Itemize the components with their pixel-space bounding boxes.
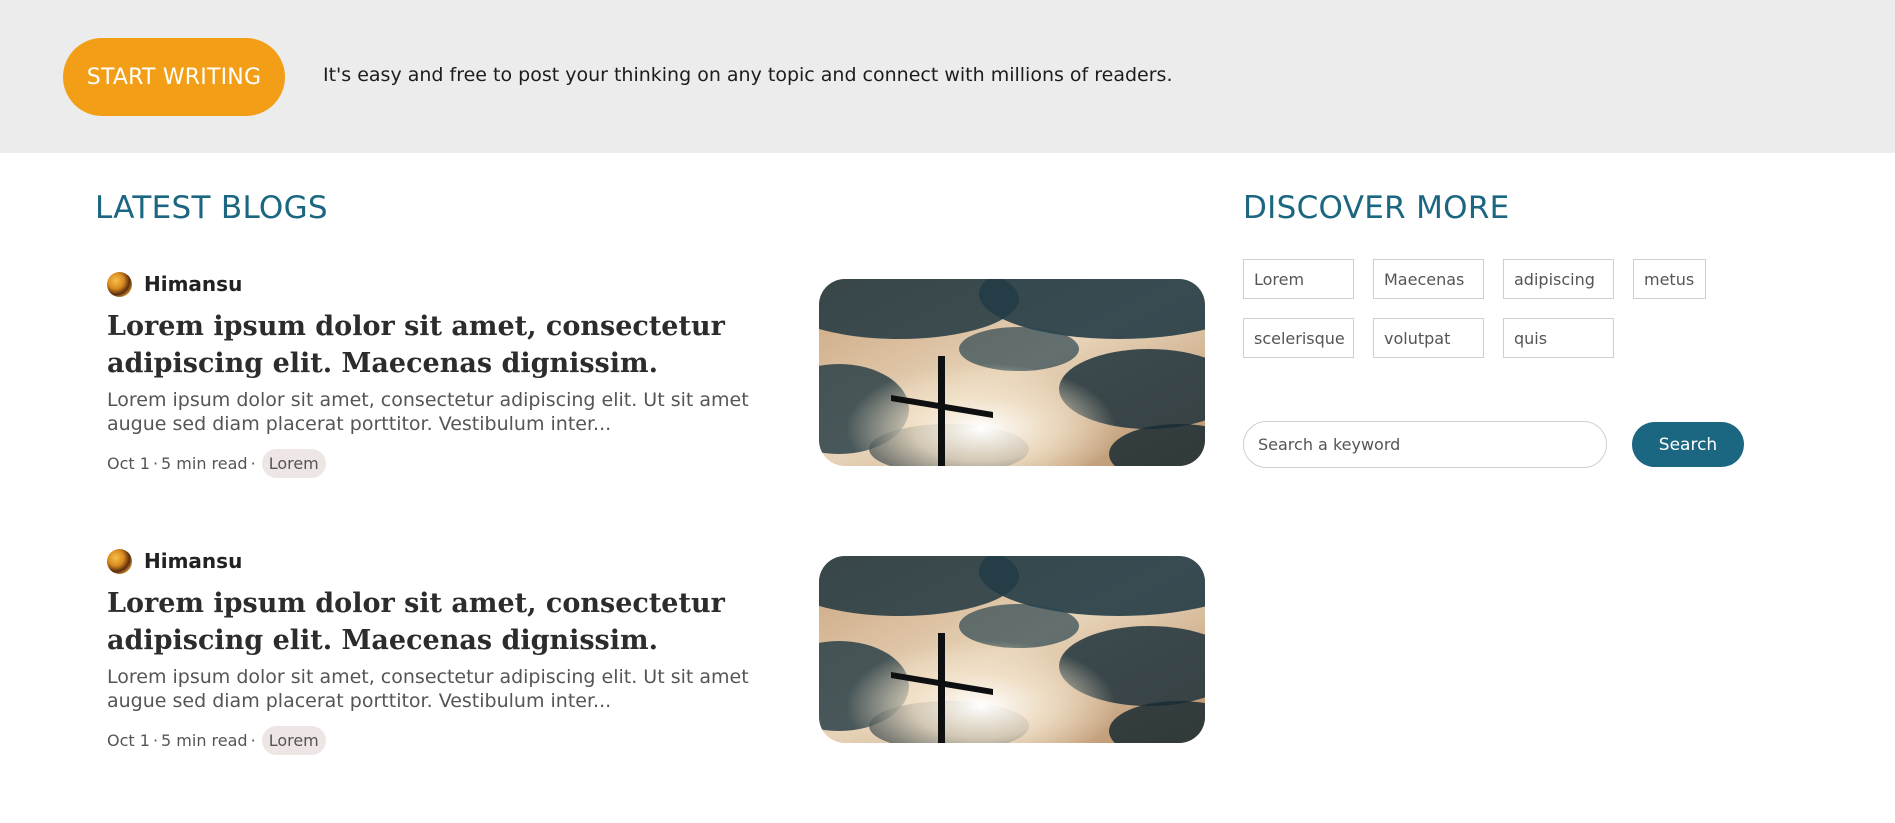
meta-separator: · bbox=[250, 730, 256, 750]
author-avatar bbox=[107, 548, 132, 574]
discover-tag[interactable]: metus bbox=[1633, 259, 1706, 299]
blog-meta: Oct 1 · 5 min read · Lorem bbox=[107, 448, 326, 478]
blog-excerpt: Lorem ipsum dolor sit amet, consectetur … bbox=[107, 389, 749, 435]
blog-thumbnail-cross-sky[interactable] bbox=[819, 556, 1205, 743]
discover-tag[interactable]: Maecenas bbox=[1373, 259, 1484, 299]
search-button[interactable]: Search bbox=[1632, 422, 1744, 467]
author-avatar bbox=[107, 271, 132, 297]
search-input[interactable] bbox=[1243, 421, 1607, 468]
hero-banner: START WRITING It's easy and free to post… bbox=[0, 0, 1895, 153]
discover-tag[interactable]: adipiscing bbox=[1503, 259, 1614, 299]
blog-date: Oct 1 bbox=[107, 453, 150, 473]
author-row: Himansu bbox=[107, 270, 242, 298]
author-row: Himansu bbox=[107, 547, 242, 575]
discover-tag[interactable]: scelerisque bbox=[1243, 318, 1354, 358]
blog-thumbnail-cross-sky[interactable] bbox=[819, 279, 1205, 466]
meta-separator: · bbox=[250, 453, 256, 473]
start-writing-button[interactable]: START WRITING bbox=[63, 38, 285, 116]
discover-tag[interactable]: volutpat bbox=[1373, 318, 1484, 358]
blog-title[interactable]: Lorem ipsum dolor sit amet, consectetur … bbox=[107, 308, 807, 382]
latest-blogs-heading: LATEST BLOGS bbox=[95, 190, 328, 226]
meta-separator: · bbox=[152, 730, 159, 750]
blog-read-time: 5 min read bbox=[161, 730, 248, 750]
blog-excerpt: Lorem ipsum dolor sit amet, consectetur … bbox=[107, 666, 749, 712]
author-name[interactable]: Himansu bbox=[144, 549, 242, 573]
blog-card[interactable]: Himansu Lorem ipsum dolor sit amet, cons… bbox=[107, 270, 1207, 490]
blog-read-time: 5 min read bbox=[161, 453, 248, 473]
banner-tagline: It's easy and free to post your thinking… bbox=[323, 64, 1173, 86]
discover-tag[interactable]: quis bbox=[1503, 318, 1614, 358]
blog-tag-chip[interactable]: Lorem bbox=[261, 448, 326, 478]
meta-separator: · bbox=[152, 453, 159, 473]
discover-more-heading: DISCOVER MORE bbox=[1243, 190, 1510, 226]
blog-card[interactable]: Himansu Lorem ipsum dolor sit amet, cons… bbox=[107, 547, 1207, 767]
discover-tag[interactable]: Lorem bbox=[1243, 259, 1354, 299]
author-name[interactable]: Himansu bbox=[144, 272, 242, 296]
blog-meta: Oct 1 · 5 min read · Lorem bbox=[107, 725, 326, 755]
blog-title[interactable]: Lorem ipsum dolor sit amet, consectetur … bbox=[107, 585, 807, 659]
blog-date: Oct 1 bbox=[107, 730, 150, 750]
blog-tag-chip[interactable]: Lorem bbox=[261, 725, 326, 755]
